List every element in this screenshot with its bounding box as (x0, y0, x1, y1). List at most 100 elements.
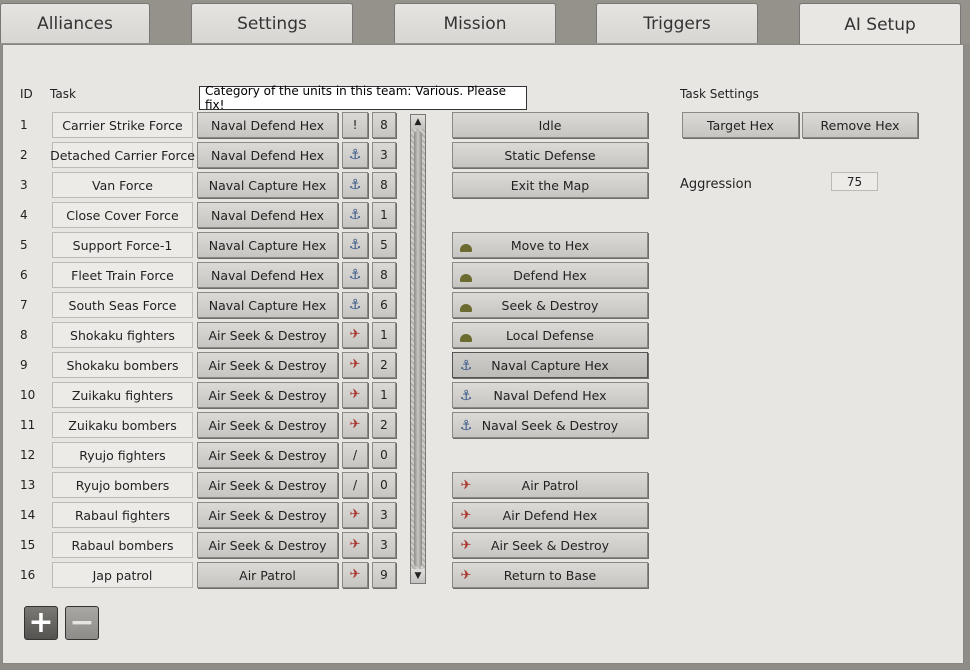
team-name-field[interactable]: Rabaul bombers (52, 532, 193, 558)
aggression-field[interactable]: 75 (831, 172, 878, 191)
team-category-button[interactable]: ! (342, 112, 368, 138)
task-option-button[interactable]: ✈ Air Patrol (452, 472, 648, 498)
team-name-field[interactable]: Carrier Strike Force (52, 112, 193, 138)
team-category-button[interactable]: ✈ (342, 532, 368, 558)
task-settings-header: Task Settings (680, 87, 759, 101)
team-aggression-field[interactable]: 8 (372, 172, 396, 198)
team-aggression-field[interactable]: 1 (372, 382, 396, 408)
tab-ai-setup[interactable]: AI Setup (799, 3, 961, 45)
team-task-button[interactable]: Air Seek & Destroy (197, 352, 338, 378)
team-category-button[interactable]: ✈ (342, 502, 368, 528)
team-task-button[interactable]: Air Seek & Destroy (197, 322, 338, 348)
team-aggression-field[interactable]: 5 (372, 232, 396, 258)
team-aggression-field[interactable]: 3 (372, 532, 396, 558)
team-category-button[interactable]: / (342, 442, 368, 468)
task-option-button[interactable]: Seek & Destroy (452, 292, 648, 318)
tab-triggers[interactable]: Triggers (596, 3, 758, 43)
team-category-button[interactable]: ✈ (342, 412, 368, 438)
id-column-header: ID (20, 87, 33, 101)
task-option-button[interactable]: Local Defense (452, 322, 648, 348)
team-task-button[interactable]: Air Seek & Destroy (197, 472, 338, 498)
helmet-icon (460, 273, 472, 282)
team-aggression-field[interactable]: 2 (372, 412, 396, 438)
team-category-button[interactable]: ⚓ (342, 142, 368, 168)
team-task-button[interactable]: Naval Capture Hex (197, 232, 338, 258)
team-id: 4 (20, 208, 28, 222)
team-aggression-field[interactable]: 3 (372, 502, 396, 528)
team-category-button[interactable]: ✈ (342, 382, 368, 408)
team-category-button[interactable]: ⚓ (342, 172, 368, 198)
add-team-button[interactable]: + (24, 606, 58, 640)
team-id: 5 (20, 238, 28, 252)
team-task-button[interactable]: Air Seek & Destroy (197, 502, 338, 528)
task-option-button[interactable]: Defend Hex (452, 262, 648, 288)
team-name-field[interactable]: Jap patrol (52, 562, 193, 588)
task-option-button[interactable]: Idle (452, 112, 648, 138)
team-name-field[interactable]: Support Force-1 (52, 232, 193, 258)
team-name-field[interactable]: Shokaku bombers (52, 352, 193, 378)
team-list-scrollbar[interactable]: ▲ ▼ (410, 114, 426, 584)
team-task-button[interactable]: Air Seek & Destroy (197, 382, 338, 408)
target-hex-button[interactable]: Target Hex (682, 112, 799, 138)
team-task-button[interactable]: Air Seek & Destroy (197, 442, 338, 468)
task-option-button[interactable]: ✈ Air Seek & Destroy (452, 532, 648, 558)
team-task-button[interactable]: Naval Defend Hex (197, 142, 338, 168)
team-category-button[interactable]: ⚓ (342, 202, 368, 228)
task-option-button[interactable]: ⚓ Naval Capture Hex (452, 352, 648, 378)
task-option-button[interactable]: ⚓ Naval Defend Hex (452, 382, 648, 408)
task-option-button[interactable]: ✈ Air Defend Hex (452, 502, 648, 528)
team-name-field[interactable]: Rabaul fighters (52, 502, 193, 528)
team-aggression-field[interactable]: 8 (372, 112, 396, 138)
team-category-button[interactable]: ✈ (342, 322, 368, 348)
scroll-up-icon[interactable]: ▲ (411, 115, 425, 129)
team-task-button[interactable]: Air Patrol (197, 562, 338, 588)
task-option-button[interactable]: ⚓ Naval Seek & Destroy (452, 412, 648, 438)
team-task-button[interactable]: Naval Capture Hex (197, 172, 338, 198)
team-task-button[interactable]: Air Seek & Destroy (197, 532, 338, 558)
team-category-button[interactable]: / (342, 472, 368, 498)
team-name-field[interactable]: Ryujo bombers (52, 472, 193, 498)
team-aggression-field[interactable]: 1 (372, 202, 396, 228)
team-aggression-field[interactable]: 0 (372, 442, 396, 468)
scrollbar-thumb[interactable] (414, 131, 422, 567)
team-name-field[interactable]: Shokaku fighters (52, 322, 193, 348)
scroll-down-icon[interactable]: ▼ (411, 569, 425, 583)
task-option-button[interactable]: Static Defense (452, 142, 648, 168)
team-name-field[interactable]: South Seas Force (52, 292, 193, 318)
team-aggression-field[interactable]: 9 (372, 562, 396, 588)
tab-settings[interactable]: Settings (191, 3, 353, 43)
task-option-button[interactable]: ✈ Return to Base (452, 562, 648, 588)
team-name-field[interactable]: Zuikaku fighters (52, 382, 193, 408)
team-category-button[interactable]: ✈ (342, 352, 368, 378)
team-name-field[interactable]: Ryujo fighters (52, 442, 193, 468)
team-task-button[interactable]: Naval Defend Hex (197, 112, 338, 138)
team-name-field[interactable]: Close Cover Force (52, 202, 193, 228)
tab-mission[interactable]: Mission (394, 3, 556, 43)
team-name-field[interactable]: Zuikaku bombers (52, 412, 193, 438)
task-option-button[interactable]: Move to Hex (452, 232, 648, 258)
team-aggression-field[interactable]: 8 (372, 262, 396, 288)
task-option-button[interactable]: Exit the Map (452, 172, 648, 198)
anchor-icon: ⚓ (348, 297, 362, 313)
team-task-button[interactable]: Air Seek & Destroy (197, 412, 338, 438)
team-aggression-field[interactable]: 2 (372, 352, 396, 378)
team-task-button[interactable]: Naval Capture Hex (197, 292, 338, 318)
team-category-button[interactable]: ⚓ (342, 232, 368, 258)
task-option-label: Naval Defend Hex (493, 387, 607, 403)
minus-icon: − (69, 605, 95, 640)
remove-team-button[interactable]: − (65, 606, 99, 640)
team-aggression-field[interactable]: 0 (372, 472, 396, 498)
team-name-field[interactable]: Detached Carrier Force (50, 142, 195, 168)
team-category-button[interactable]: ⚓ (342, 262, 368, 288)
team-name-field[interactable]: Fleet Train Force (52, 262, 193, 288)
team-aggression-field[interactable]: 3 (372, 142, 396, 168)
remove-hex-button[interactable]: Remove Hex (802, 112, 918, 138)
team-aggression-field[interactable]: 6 (372, 292, 396, 318)
team-task-button[interactable]: Naval Defend Hex (197, 262, 338, 288)
tab-alliances[interactable]: Alliances (0, 3, 150, 43)
team-category-button[interactable]: ⚓ (342, 292, 368, 318)
team-task-button[interactable]: Naval Defend Hex (197, 202, 338, 228)
team-category-button[interactable]: ✈ (342, 562, 368, 588)
team-name-field[interactable]: Van Force (52, 172, 193, 198)
team-aggression-field[interactable]: 1 (372, 322, 396, 348)
